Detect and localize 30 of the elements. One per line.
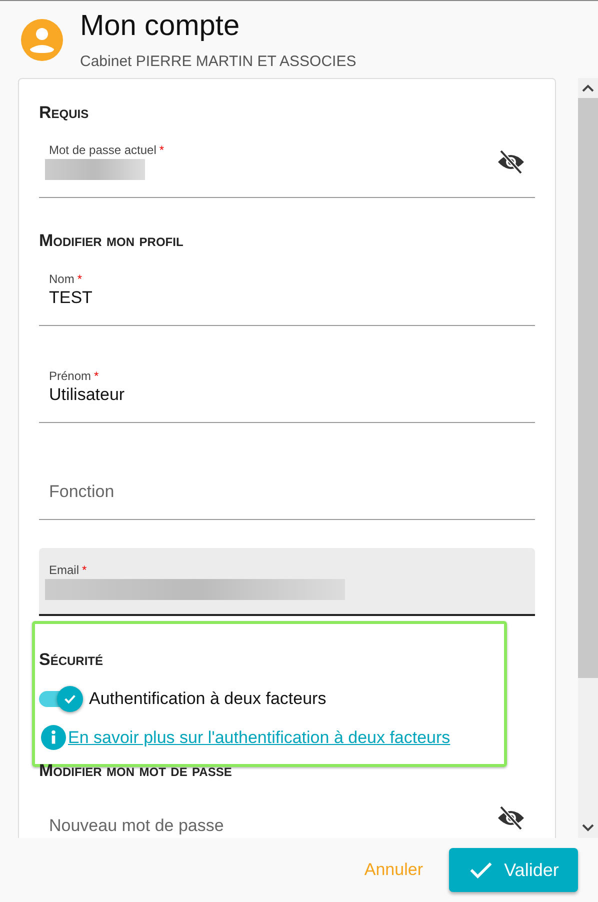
section-heading: Modifier mon mot de passe	[39, 761, 233, 781]
scrollbar[interactable]	[578, 78, 598, 838]
field-label: Prénom *	[49, 369, 100, 383]
section-heading: Requis	[39, 103, 90, 123]
eye-off-icon[interactable]	[497, 150, 525, 174]
info-icon	[41, 725, 66, 750]
field-label: Nom *	[49, 272, 84, 286]
scroll-up-icon[interactable]	[582, 84, 594, 92]
field-value: Utilisateur	[49, 385, 126, 405]
field-label: Mot de passe actuel *	[49, 143, 166, 157]
field-value: TEST	[49, 288, 94, 308]
input-field[interactable]: Mot de passe actuel *	[39, 123, 535, 198]
section-heading: Modifier mon profil	[39, 231, 184, 251]
user-avatar-icon	[21, 19, 63, 61]
input-field[interactable]: Email *	[39, 548, 535, 616]
toggle-switch[interactable]	[39, 686, 83, 712]
dialog-subtitle: Cabinet PIERRE MARTIN ET ASSOCIES	[80, 53, 356, 70]
field-placeholder: Fonction	[49, 482, 116, 502]
eye-off-icon[interactable]	[497, 806, 525, 830]
learn-more-link[interactable]: En savoir plus sur l'authentification à deux facteurs	[68, 728, 450, 748]
field-placeholder: Nouveau mot de passe	[49, 816, 225, 836]
toggle-label: Authentification à deux facteurs	[89, 689, 326, 709]
dialog-title: Mon compte	[80, 9, 241, 43]
section-heading: Sécurité	[39, 650, 104, 670]
scroll-down-icon[interactable]	[582, 824, 594, 832]
input-field[interactable]: Nouveau mot de passe	[39, 781, 535, 838]
input-field[interactable]: Fonction	[39, 423, 535, 520]
input-field[interactable]: Nom * TEST	[39, 251, 535, 326]
field-label: Email *	[49, 563, 88, 577]
input-field[interactable]: Prénom * Utilisateur	[39, 326, 535, 423]
